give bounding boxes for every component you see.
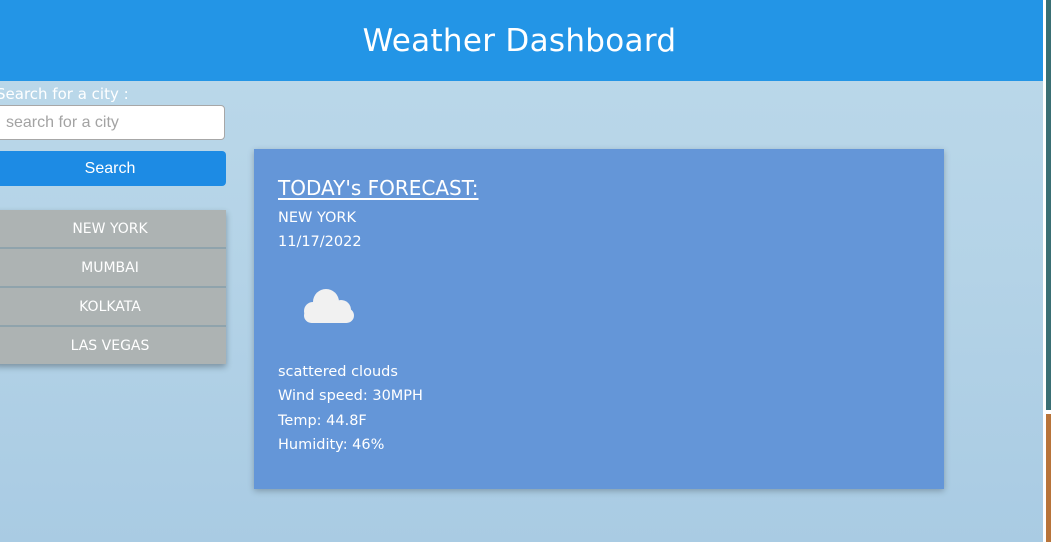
- temperature: Temp: 44.8F: [278, 413, 367, 429]
- weather-description: scattered clouds: [278, 364, 398, 380]
- page-header: Weather Dashboard: [0, 0, 1043, 81]
- city-button-kolkata[interactable]: KOLKATA: [0, 288, 226, 327]
- forecast-heading: TODAY's FORECAST:: [278, 176, 479, 200]
- city-button-las-vegas[interactable]: LAS VEGAS: [0, 327, 226, 364]
- forecast-city: NEW YORK: [278, 210, 357, 226]
- city-button-mumbai[interactable]: MUMBAI: [0, 249, 226, 288]
- city-history-list: NEW YORK MUMBAI KOLKATA LAS VEGAS: [0, 210, 226, 364]
- window-edge: [1043, 0, 1051, 542]
- search-input[interactable]: [0, 105, 225, 140]
- humidity: Humidity: 46%: [278, 437, 385, 453]
- background-window-strip: [1046, 414, 1051, 542]
- forecast-card: TODAY's FORECAST: NEW YORK 11/17/2022 sc…: [254, 149, 944, 489]
- page-title: Weather Dashboard: [362, 22, 677, 59]
- search-button[interactable]: Search: [0, 151, 226, 186]
- cloud-icon: [304, 289, 354, 323]
- city-button-new-york[interactable]: NEW YORK: [0, 210, 226, 249]
- forecast-date: 11/17/2022: [278, 234, 362, 250]
- wind-speed: Wind speed: 30MPH: [278, 388, 423, 404]
- search-label: Search for a city :: [0, 85, 129, 103]
- background-window-strip: [1046, 0, 1051, 410]
